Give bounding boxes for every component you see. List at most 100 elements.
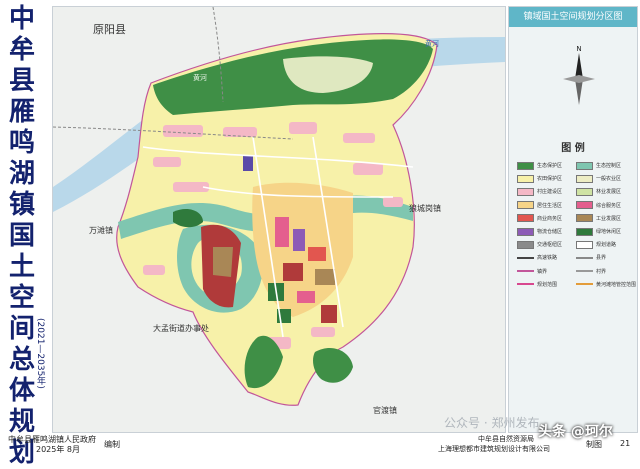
legend-item: 镇界 <box>517 267 576 276</box>
legend-row: 交通枢纽区 规划道路 <box>517 238 635 251</box>
footer-org-1: 中牟县自然资源局 <box>478 435 534 443</box>
panel-header: 镇域国土空间规划分区图 <box>509 7 637 27</box>
compass-icon: N <box>563 45 595 105</box>
legend-item: 商业商务区 <box>517 214 576 223</box>
title-char: 国 <box>8 221 35 251</box>
footer-page-number: 21 <box>620 439 631 448</box>
legend-swatch <box>576 214 593 223</box>
title-char: 雁 <box>8 97 35 127</box>
footer-org-2: 上海理想都市建筑规划设计有限公司 <box>438 445 550 453</box>
legend-label: 物流仓储区 <box>537 229 563 236</box>
plan-years: (2021—2035年) <box>35 318 45 389</box>
legend-item: 工业发展区 <box>576 214 635 223</box>
map-canvas <box>53 7 505 432</box>
title-char: 鸣 <box>8 128 35 158</box>
legend-item: 生态保护区 <box>517 161 576 170</box>
legend-label: 一般农业区 <box>596 176 622 183</box>
legend-swatch <box>576 201 593 210</box>
legend-item: 一般农业区 <box>576 174 635 183</box>
label-southwest-office: 大孟街道办事处 <box>153 324 209 333</box>
legend-swatch <box>517 161 534 170</box>
legend-label: 农田保护区 <box>537 176 563 183</box>
legend-label: 林业发展区 <box>596 189 622 196</box>
legend-label: 县界 <box>596 255 607 262</box>
legend-swatch <box>576 187 593 196</box>
legend-item: 综合服务区 <box>576 201 635 210</box>
legend-row: 生态保护区 生态控制区 <box>517 159 635 172</box>
legend-label: 交通枢纽区 <box>537 242 563 249</box>
label-east-town: 狼城岗镇 <box>409 204 441 213</box>
legend-row: 物流仓储区 绿地休闲区 <box>517 225 635 238</box>
footer-date: 2025年 8月 <box>36 445 80 454</box>
legend-label: 生态保护区 <box>537 163 563 170</box>
legend-item: 规划道路 <box>576 240 635 249</box>
legend-swatch <box>517 187 534 196</box>
legend-swatch <box>576 174 593 183</box>
label-north-county: 原阳县 <box>93 23 126 36</box>
legend-item: 村界 <box>576 267 635 276</box>
legend-panel: 镇域国土空间规划分区图 N 图 例 生态保护区 生态控制区农田保护区 一般农业区村庄… <box>508 6 638 433</box>
legend-row: 高速铁路 县界 <box>517 251 635 264</box>
legend-label: 规划范围 <box>537 281 558 288</box>
label-river-left: 黄河 <box>193 74 207 82</box>
planning-map: 原阳县 黄河 黄河 狼城岗镇 万滩镇 大孟街道办事处 官渡镇 <box>52 6 506 433</box>
label-river-right: 黄河 <box>425 40 439 48</box>
title-char: 湖 <box>8 159 35 189</box>
legend-label: 村庄建设区 <box>537 189 563 196</box>
industrial-block-west <box>213 247 233 277</box>
legend-row: 村庄建设区 林业发展区 <box>517 185 635 198</box>
footer-bianzhi: 编制 <box>104 440 120 449</box>
legend-item: 林业发展区 <box>576 187 635 196</box>
legend-swatch <box>517 240 534 249</box>
title-char: 镇 <box>8 190 35 220</box>
legend-item: 生态控制区 <box>576 161 635 170</box>
legend-swatch <box>517 214 534 223</box>
legend-swatch <box>517 201 534 210</box>
legend-item: 交通枢纽区 <box>517 240 576 249</box>
legend-swatch <box>517 227 534 236</box>
legend-label: 综合服务区 <box>596 202 622 209</box>
legend-swatch <box>517 174 534 183</box>
legend-row: 规划范围 黄河滩地管控范围 <box>517 278 636 291</box>
legend-label: 绿地休闲区 <box>596 229 622 236</box>
legend-label: 工业发展区 <box>596 215 622 222</box>
svg-text:N: N <box>576 45 581 53</box>
legend-item: 黄河滩地管控范围 <box>576 280 636 289</box>
legend-label: 居住生活区 <box>537 202 563 209</box>
legend-list: 生态保护区 生态控制区农田保护区 一般农业区村庄建设区 林业发展区居住生活区 综合服务区… <box>517 159 636 291</box>
legend-row: 商业商务区 工业发展区 <box>517 212 635 225</box>
legend-swatch <box>576 161 593 170</box>
legend-item: 居住生活区 <box>517 201 576 210</box>
legend-swatch <box>517 280 534 289</box>
legend-row: 镇界 村界 <box>517 265 635 278</box>
legend-label: 生态控制区 <box>596 163 622 170</box>
legend-swatch <box>576 227 593 236</box>
legend-swatch <box>576 240 593 249</box>
legend-label: 村界 <box>596 268 607 275</box>
legend-row: 农田保护区 一般农业区 <box>517 172 635 185</box>
watermark-official: 公众号 · 郑州发布 <box>444 416 540 430</box>
legend-item: 农田保护区 <box>517 174 576 183</box>
legend-swatch <box>576 267 593 276</box>
label-south-town: 官渡镇 <box>373 406 397 415</box>
legend-swatch <box>576 253 593 262</box>
title-char: 县 <box>8 66 35 96</box>
legend-item: 规划范围 <box>517 280 576 289</box>
title-char: 空 <box>8 283 35 313</box>
footer-zhitu: 制图 <box>586 440 602 449</box>
legend-item: 绿地休闲区 <box>576 227 635 236</box>
legend-row: 居住生活区 综合服务区 <box>517 199 635 212</box>
legend-label: 高速铁路 <box>537 255 558 262</box>
legend-label: 规划道路 <box>596 242 617 249</box>
legend-swatch <box>517 267 534 276</box>
legend-swatch <box>576 280 593 289</box>
legend-item: 物流仓储区 <box>517 227 576 236</box>
legend-label: 镇界 <box>537 268 548 275</box>
legend-item: 村庄建设区 <box>517 187 576 196</box>
legend-title: 图 例 <box>561 143 585 154</box>
legend-item: 县界 <box>576 253 635 262</box>
label-west-town: 万滩镇 <box>89 226 113 235</box>
legend-item: 高速铁路 <box>517 253 576 262</box>
page-frame: 中牟县雁鸣湖镇国土空间总体规划 (2021—2035年) 原阳县 黄河 黄河 狼… <box>0 0 640 468</box>
title-char: 土 <box>8 252 35 282</box>
